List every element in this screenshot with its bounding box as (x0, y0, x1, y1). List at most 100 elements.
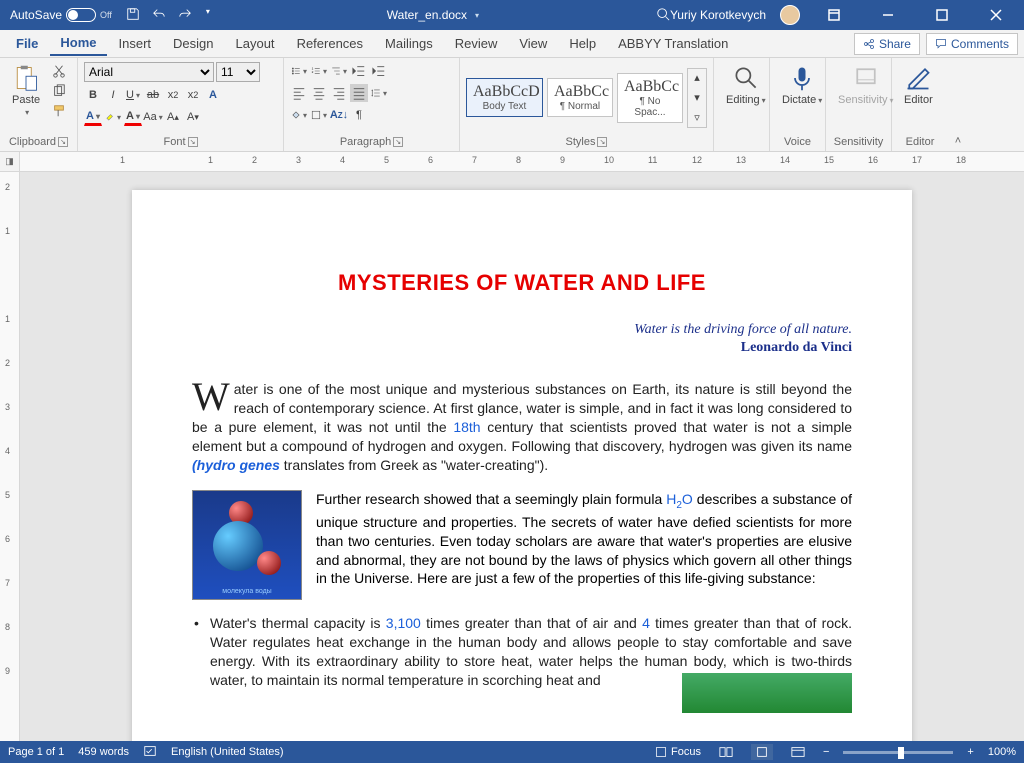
styles-scroll-down-icon[interactable]: ▾ (688, 89, 706, 107)
forest-image[interactable] (682, 673, 852, 713)
paste-button[interactable]: Paste▾ (6, 62, 46, 119)
toggle-off-icon[interactable] (66, 8, 96, 22)
ribbon-display-icon[interactable] (814, 0, 854, 30)
autosave-toggle[interactable]: AutoSave Off (4, 8, 118, 22)
tab-view[interactable]: View (509, 32, 557, 55)
spellcheck-icon[interactable] (143, 744, 157, 761)
style-no-spacing[interactable]: AaBbCc ¶ No Spac... (617, 73, 683, 123)
numbering-icon[interactable]: 12▾ (310, 62, 328, 80)
copy-icon[interactable] (50, 82, 68, 100)
line-spacing-icon[interactable]: ▾ (370, 84, 388, 102)
tab-file[interactable]: File (6, 32, 48, 55)
align-center-icon[interactable] (310, 84, 328, 102)
tab-references[interactable]: References (287, 32, 373, 55)
zoom-out-icon[interactable]: − (823, 746, 829, 758)
share-button[interactable]: Share (854, 33, 920, 55)
tab-layout[interactable]: Layout (226, 32, 285, 55)
shrink-font-icon[interactable]: A▾ (184, 108, 202, 126)
change-case-icon[interactable]: Aa▾ (144, 108, 162, 126)
read-mode-icon[interactable] (715, 744, 737, 760)
style-body-text[interactable]: AaBbCcD Body Text (466, 78, 543, 117)
tab-help[interactable]: Help (559, 32, 606, 55)
justify-icon[interactable] (350, 84, 368, 102)
tab-home[interactable]: Home (50, 31, 106, 56)
title-bar: AutoSave Off ▾ Water_en.docx ▾ Yuriy Kor… (0, 0, 1024, 30)
italic-icon[interactable]: I (104, 86, 122, 104)
status-language[interactable]: English (United States) (171, 746, 284, 758)
increase-indent-icon[interactable] (370, 62, 388, 80)
user-avatar-icon[interactable] (780, 5, 800, 25)
zoom-level[interactable]: 100% (988, 746, 1016, 758)
bullets-icon[interactable]: ▾ (290, 62, 308, 80)
document-page[interactable]: MYSTERIES OF WATER AND LIFE Water is the… (132, 190, 912, 741)
filename-dropdown-icon[interactable]: ▾ (475, 11, 479, 20)
paragraph-dialog-icon[interactable]: ↘ (393, 137, 403, 147)
zoom-slider[interactable] (843, 751, 953, 754)
window-minimize-icon[interactable] (868, 0, 908, 30)
sort-icon[interactable]: AZ↓ (330, 106, 348, 124)
group-font: Arial 11 B I U▾ ab x2 x2 A A▾ ▾ A▾ Aa▾ A… (78, 58, 284, 151)
font-size-select[interactable]: 11 (216, 62, 260, 82)
align-right-icon[interactable] (330, 84, 348, 102)
clipboard-dialog-icon[interactable]: ↘ (58, 137, 68, 147)
shading-icon[interactable]: ▾ (290, 106, 308, 124)
tab-abbyy[interactable]: ABBYY Translation (608, 32, 738, 55)
status-words[interactable]: 459 words (78, 746, 129, 758)
font-family-select[interactable]: Arial (84, 62, 214, 82)
font-color2-icon[interactable]: A▾ (124, 108, 142, 126)
zoom-in-icon[interactable]: + (967, 746, 973, 758)
font-dialog-icon[interactable]: ↘ (188, 137, 198, 147)
titlebar-filename: Water_en.docx ▾ (210, 8, 656, 22)
show-marks-icon[interactable]: ¶ (350, 106, 368, 124)
borders-icon[interactable]: ▾ (310, 106, 328, 124)
vertical-ruler[interactable]: 21123456789 (0, 172, 20, 741)
water-molecule-image[interactable]: молекула воды (192, 490, 302, 600)
comments-button[interactable]: Comments (926, 33, 1018, 55)
search-icon[interactable] (656, 7, 670, 24)
text-effects-icon[interactable]: A (204, 86, 222, 104)
style-normal[interactable]: AaBbCc ¶ Normal (547, 78, 613, 117)
svg-text:2: 2 (312, 70, 314, 74)
autosave-label: AutoSave (10, 8, 62, 22)
collapse-ribbon-icon[interactable]: ˄ (955, 135, 961, 147)
font-color-icon[interactable]: A▾ (84, 108, 102, 126)
decrease-indent-icon[interactable] (350, 62, 368, 80)
editing-button[interactable]: Editing▾ (720, 62, 772, 108)
superscript-icon[interactable]: x2 (184, 86, 202, 104)
window-maximize-icon[interactable] (922, 0, 962, 30)
page-scroll[interactable]: MYSTERIES OF WATER AND LIFE Water is the… (20, 172, 1024, 741)
tab-mailings[interactable]: Mailings (375, 32, 443, 55)
subscript-icon[interactable]: x2 (164, 86, 182, 104)
tab-review[interactable]: Review (445, 32, 508, 55)
save-icon[interactable] (126, 7, 140, 24)
styles-more-icon[interactable]: ▿ (688, 109, 706, 127)
horizontal-ruler[interactable]: ◨ 1123456789101112131415161718 (0, 152, 1024, 172)
highlight-icon[interactable]: ▾ (104, 108, 122, 126)
multilevel-icon[interactable]: ▾ (330, 62, 348, 80)
link-18th[interactable]: 18th (453, 419, 480, 435)
tab-design[interactable]: Design (163, 32, 223, 55)
styles-dialog-icon[interactable]: ↘ (597, 137, 607, 147)
redo-icon[interactable] (178, 7, 192, 24)
underline-icon[interactable]: U▾ (124, 86, 142, 104)
styles-scroll-up-icon[interactable]: ▴ (688, 69, 706, 87)
tab-insert[interactable]: Insert (109, 32, 162, 55)
group-clipboard: Paste▾ Clipboard↘ (0, 58, 78, 151)
web-layout-icon[interactable] (787, 744, 809, 760)
focus-mode-button[interactable]: Focus (655, 746, 701, 758)
strikethrough-icon[interactable]: ab (144, 86, 162, 104)
window-close-icon[interactable] (976, 0, 1016, 30)
cut-icon[interactable] (50, 62, 68, 80)
grow-font-icon[interactable]: A▴ (164, 108, 182, 126)
dictate-button[interactable]: Dictate▾ (776, 62, 828, 108)
editor-button[interactable]: Editor (898, 62, 939, 108)
status-page[interactable]: Page 1 of 1 (8, 746, 64, 758)
print-layout-icon[interactable] (751, 744, 773, 760)
align-left-icon[interactable] (290, 84, 308, 102)
undo-icon[interactable] (152, 7, 166, 24)
username-label[interactable]: Yuriy Korotkevych (670, 8, 766, 22)
bold-icon[interactable]: B (84, 86, 102, 104)
ruler-corner-icon[interactable]: ◨ (0, 152, 20, 172)
sensitivity-button: Sensitivity▾ (832, 62, 900, 108)
format-painter-icon[interactable] (50, 102, 68, 120)
